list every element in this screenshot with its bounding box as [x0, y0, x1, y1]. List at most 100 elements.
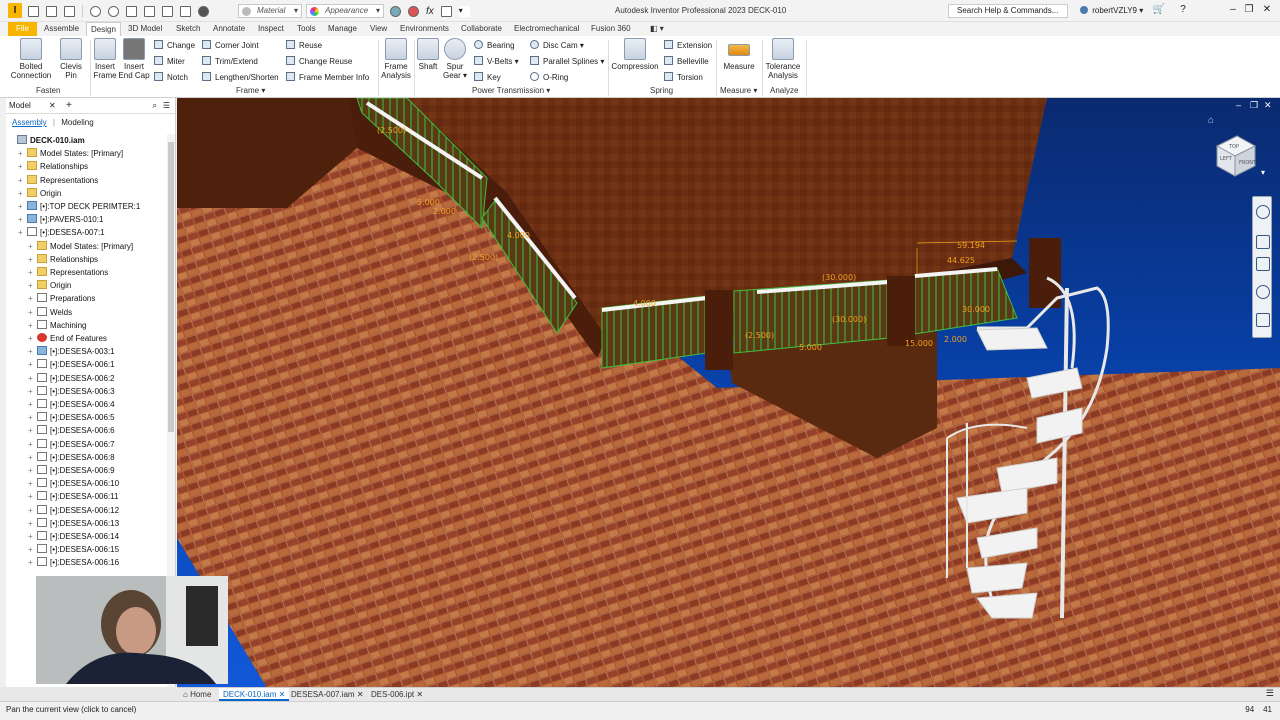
tree-row[interactable]: + [•]:DESESA-006:13	[28, 517, 119, 530]
expand-toggle-icon[interactable]: +	[28, 358, 37, 371]
browser-title[interactable]: Model	[9, 101, 31, 110]
expand-toggle-icon[interactable]: +	[28, 504, 37, 517]
expand-toggle-icon[interactable]: +	[28, 543, 37, 556]
tree-row[interactable]: + [•]:DESESA-006:12	[28, 504, 119, 517]
tree-row[interactable]: + Model States: [Primary]	[18, 147, 123, 160]
tab-view[interactable]: View	[366, 22, 391, 36]
change-reuse-button[interactable]: Change Reuse	[286, 56, 352, 67]
bearing-button[interactable]: Bearing	[474, 40, 515, 51]
look-at-icon[interactable]	[1256, 313, 1270, 327]
expand-toggle-icon[interactable]: +	[28, 398, 37, 411]
expand-toggle-icon[interactable]: +	[28, 411, 37, 424]
view-home-icon[interactable]: ⌂	[1208, 116, 1218, 126]
viewport-restore-button[interactable]: ❐	[1250, 100, 1258, 111]
trim-extend-button[interactable]: Trim/Extend	[202, 56, 258, 67]
tab-3d-model[interactable]: 3D Model	[124, 22, 166, 36]
tree-row[interactable]: + [•]:DESESA-006:3	[28, 385, 115, 398]
corner-joint-button[interactable]: Corner Joint	[202, 40, 259, 51]
expand-toggle-icon[interactable]: +	[18, 174, 27, 187]
clear-override-icon[interactable]	[198, 5, 209, 17]
tolerance-analysis-button[interactable]: Tolerance Analysis	[764, 38, 802, 80]
expand-toggle-icon[interactable]: +	[28, 490, 37, 503]
tree-row[interactable]: + [•]:DESESA-006:4	[28, 398, 115, 411]
open-icon[interactable]	[46, 5, 57, 17]
expand-toggle-icon[interactable]: +	[28, 292, 37, 305]
spur-gear-button[interactable]: Spur Gear ▾	[442, 38, 468, 80]
tree-row[interactable]: + [•]:DESESA-006:5	[28, 411, 115, 424]
viewport-menu-icon[interactable]: ▾	[1261, 168, 1265, 177]
tab-annotate[interactable]: Annotate	[209, 22, 249, 36]
tree-row[interactable]: + Model States: [Primary]	[28, 240, 133, 253]
viewcube[interactable]: TOP FRONT LEFT	[1211, 130, 1259, 178]
tree-row[interactable]: + [•]:DESESA-006:15	[28, 543, 119, 556]
expand-toggle-icon[interactable]: +	[28, 253, 37, 266]
tab-modeling[interactable]: Modeling	[61, 118, 93, 127]
expand-toggle-icon[interactable]: +	[28, 477, 37, 490]
expand-toggle-icon[interactable]: +	[28, 345, 37, 358]
expand-toggle-icon[interactable]: +	[28, 319, 37, 332]
tab-electromechanical[interactable]: Electromechanical	[510, 22, 583, 36]
o-ring-button[interactable]: O-Ring	[530, 72, 568, 83]
tab-collaborate[interactable]: Collaborate	[457, 22, 506, 36]
tab-file[interactable]: File	[8, 22, 37, 36]
close-icon[interactable]: ✕	[357, 690, 364, 699]
app-logo-icon[interactable]: I	[8, 3, 22, 18]
compression-spring-button[interactable]: Compression	[610, 38, 660, 71]
tree-row[interactable]: + Relationships	[28, 253, 98, 266]
expand-toggle-icon[interactable]: +	[28, 451, 37, 464]
tab-design[interactable]: Design	[86, 22, 121, 36]
insert-end-cap-button[interactable]: Insert End Cap	[118, 38, 150, 80]
expand-toggle-icon[interactable]: +	[18, 147, 27, 160]
expand-toggle-icon[interactable]: +	[28, 385, 37, 398]
menu-icon[interactable]: ☰	[163, 98, 170, 114]
tree-row[interactable]: + [•]:DESESA-006:8	[28, 451, 115, 464]
expand-toggle-icon[interactable]: +	[28, 279, 37, 292]
tab-environments[interactable]: Environments	[396, 22, 453, 36]
tab-assemble[interactable]: Assemble	[40, 22, 83, 36]
adjust-icon[interactable]	[390, 5, 401, 17]
expand-toggle-icon[interactable]: +	[18, 187, 27, 200]
frame-member-info-button[interactable]: Frame Member Info	[286, 72, 369, 83]
belleville-spring-button[interactable]: Belleville	[664, 56, 709, 67]
search-icon[interactable]: ⌕	[153, 98, 157, 114]
extension-spring-button[interactable]: Extension	[664, 40, 712, 51]
measure-button[interactable]: Measure	[720, 38, 758, 71]
tree-row[interactable]: + Origin	[28, 279, 71, 292]
expand-toggle-icon[interactable]: +	[28, 517, 37, 530]
lengthen-shorten-button[interactable]: Lengthen/Shorten	[202, 72, 279, 83]
parameters-icon[interactable]	[440, 5, 452, 17]
pan-icon[interactable]	[1256, 235, 1270, 249]
measure-icon[interactable]	[180, 5, 191, 17]
select-icon[interactable]	[162, 5, 173, 17]
orbit-icon[interactable]	[1256, 285, 1270, 299]
customize-icon[interactable]: ▾	[458, 5, 470, 17]
tree-row[interactable]: + Origin	[18, 187, 61, 200]
clear-appearance-icon[interactable]	[408, 5, 419, 17]
save-icon[interactable]	[64, 5, 75, 17]
close-icon[interactable]: ✕	[416, 690, 423, 699]
panel-title-measure[interactable]: Measure ▾	[720, 86, 757, 95]
reuse-button[interactable]: Reuse	[286, 40, 322, 51]
panel-title-analyze[interactable]: Analyze	[770, 86, 798, 95]
tree-row[interactable]: + [•]:PAVERS-010:1	[18, 213, 103, 226]
home-icon[interactable]	[126, 5, 137, 17]
tree-row[interactable]: + Representations	[18, 174, 98, 187]
panel-title-frame[interactable]: Frame ▾	[236, 86, 265, 95]
appearance-combo[interactable]: Appearance ▾	[306, 4, 384, 18]
tab-assembly[interactable]: Assembly	[12, 118, 47, 127]
tree-row[interactable]: + [•]:DESESA-003:1	[28, 345, 115, 358]
tree-row[interactable]: + [•]:DESESA-006:10	[28, 477, 119, 490]
clevis-pin-button[interactable]: Clevis Pin	[56, 38, 86, 80]
doc-tab-des-006[interactable]: DES-006.ipt ✕	[367, 688, 427, 701]
expand-toggle-icon[interactable]: +	[28, 556, 37, 569]
doc-tab-deck-010[interactable]: DECK-010.iam ✕	[219, 688, 290, 701]
tree-row[interactable]: + [•]:DESESA-006:2	[28, 372, 115, 385]
tab-manage[interactable]: Manage	[324, 22, 361, 36]
expand-toggle-icon[interactable]: +	[28, 424, 37, 437]
tab-sketch[interactable]: Sketch	[172, 22, 204, 36]
change-button[interactable]: Change	[154, 40, 195, 51]
tree-row[interactable]: + Welds	[28, 306, 72, 319]
minimize-button[interactable]: –	[1226, 3, 1240, 17]
expand-toggle-icon[interactable]: +	[28, 240, 37, 253]
panel-title-spring[interactable]: Spring	[650, 86, 673, 95]
